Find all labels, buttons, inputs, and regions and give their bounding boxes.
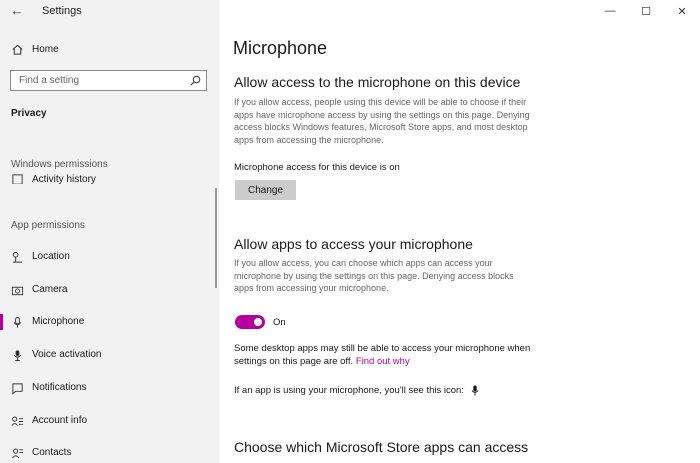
close-icon[interactable]: ✕ (664, 0, 700, 22)
section-heading-privacy: Privacy (11, 108, 47, 119)
activity-history-icon (10, 172, 24, 184)
toggle-state-label: On (273, 317, 286, 328)
page-title: Microphone (233, 38, 328, 58)
window-controls: — ☐ ✕ (592, 0, 700, 22)
apps-access-heading: Allow apps to access your microphone (234, 236, 473, 252)
maximize-icon[interactable]: ☐ (628, 0, 664, 22)
mic-icon-note-text: If an app is using your microphone, you'… (234, 385, 464, 396)
apps-access-toggle[interactable] (235, 315, 265, 329)
sidebar-item-location[interactable]: Location (0, 246, 212, 268)
back-arrow-icon[interactable]: ← (8, 2, 26, 20)
app-title: Settings (42, 5, 82, 17)
store-apps-heading: Choose which Microsoft Store apps can ac… (234, 439, 529, 455)
sidebar-scrollbar[interactable] (215, 188, 217, 288)
device-access-status: Microphone access for this device is on (234, 162, 400, 173)
search-input[interactable] (11, 71, 183, 90)
minimize-icon[interactable]: — (592, 0, 628, 22)
sidebar-item-contacts[interactable]: Contacts (0, 442, 212, 463)
notifications-icon (10, 381, 24, 395)
sidebar-item-microphone[interactable]: Microphone (0, 311, 212, 333)
sidebar-item-label: Home (32, 44, 59, 55)
sidebar-item-camera[interactable]: Camera (0, 279, 212, 301)
change-button[interactable]: Change (235, 180, 296, 200)
sidebar-item-label: Account info (32, 415, 88, 426)
sidebar-item-label: Contacts (32, 447, 72, 458)
find-out-why-link[interactable]: Find out why (356, 356, 410, 367)
sidebar-item-label: Voice activation (32, 349, 102, 360)
sidebar-item-activity-history[interactable]: Activity history (0, 169, 212, 184)
camera-icon (10, 283, 24, 297)
search-box[interactable] (10, 70, 207, 91)
main-content: — ☐ ✕ Microphone Allow access to the mic… (219, 0, 700, 463)
apps-access-description: If you allow access, you can choose whic… (234, 258, 514, 293)
group-label-app-permissions: App permissions (11, 220, 85, 231)
microphone-icon (10, 315, 24, 329)
contacts-icon (10, 446, 24, 460)
account-info-icon (10, 414, 24, 428)
title-bar: ← Settings (0, 0, 219, 24)
sidebar-item-label: Location (32, 251, 70, 262)
sidebar-item-label: Activity history (32, 174, 96, 184)
sidebar-item-home[interactable]: Home (0, 38, 219, 60)
voice-activation-icon (10, 348, 24, 362)
search-icon[interactable] (190, 75, 201, 86)
mic-icon-note: If an app is using your microphone, you'… (234, 384, 479, 397)
toggle-knob (254, 318, 262, 326)
sidebar-item-voice-activation[interactable]: Voice activation (0, 344, 212, 366)
microphone-indicator-icon (471, 385, 478, 396)
location-icon (10, 250, 24, 264)
sidebar-item-account-info[interactable]: Account info (0, 410, 212, 432)
home-icon (10, 42, 24, 56)
sidebar: ← Settings Home Privacy Windows permissi… (0, 0, 219, 463)
sidebar-item-label: Camera (32, 284, 68, 295)
sidebar-item-notifications[interactable]: Notifications (0, 377, 212, 399)
sidebar-item-label: Microphone (32, 316, 85, 327)
sidebar-item-label: Notifications (32, 382, 87, 393)
device-access-heading: Allow access to the microphone on this d… (234, 74, 521, 90)
device-access-description: If you allow access, people using this d… (234, 97, 530, 145)
desktop-apps-note: Some desktop apps may still be able to a… (234, 342, 539, 368)
